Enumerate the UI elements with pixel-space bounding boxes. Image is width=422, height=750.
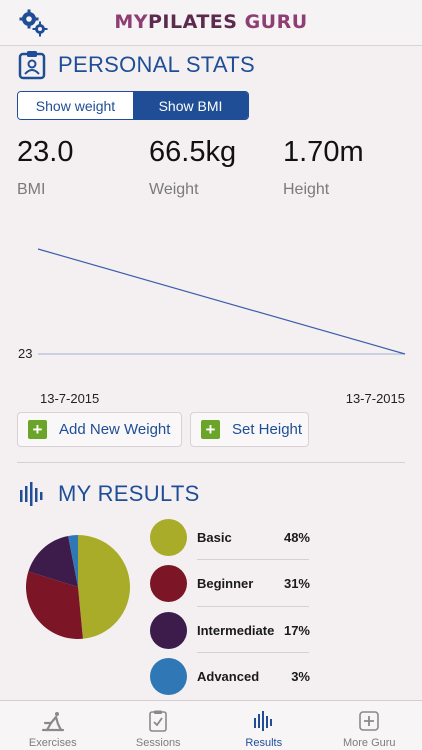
brand-my: MY [114,11,148,33]
legend-item-beginner: Beginner 31% [150,564,310,602]
height-value: 1.70m [283,136,364,168]
stat-weight: 66.5kg Weight [149,136,236,199]
set-height-label: Set Height [232,421,303,438]
tab-exercises[interactable]: Exercises [0,701,106,750]
results-pie-chart [25,535,131,639]
beginner-name: Beginner [197,575,254,591]
bmi-label: BMI [17,181,46,198]
add-new-weight-button[interactable]: + Add New Weight [17,412,182,447]
beginner-color-dot [150,564,187,602]
x-end-label: 13-7-2015 [346,391,405,406]
stat-bmi: 23.0 BMI [17,136,73,199]
advanced-pct: 3% [291,668,310,684]
brand-pilates: PILATES [147,11,238,33]
legend-item-intermediate: Intermediate 17% [150,611,310,649]
intermediate-pct: 17% [283,622,310,638]
results-bars-icon [20,482,43,506]
advanced-name: Advanced [197,668,260,684]
advanced-color-dot [150,657,187,695]
personal-stats-header: PERSONAL STATS [18,50,255,80]
pie-slice-basic [78,535,131,639]
tab-sessions[interactable]: Sessions [106,701,212,750]
basic-name: Basic [197,529,232,545]
clipboard-icon [149,710,168,732]
section-divider [17,462,405,463]
tab-more-guru-label: More Guru [342,737,396,749]
intermediate-color-dot [150,611,187,649]
weight-label: Weight [149,181,199,198]
tab-exercises-label: Exercises [28,737,77,749]
top-bar: MYPILATES GURU [0,0,422,46]
legend-separator [197,606,309,607]
plus-icon: + [28,420,47,439]
bottom-tab-bar: Exercises Sessions Results More Guru [0,700,422,750]
y-reference-label: 23 [18,346,32,361]
legend-item-basic: Basic 48% [150,518,310,556]
weight-value: 66.5kg [149,136,237,168]
height-label: Height [283,181,330,198]
bmi-series-line [37,248,406,355]
plus-icon: + [201,420,220,439]
personal-stats-title: PERSONAL STATS [58,52,255,77]
plus-square-icon [359,711,380,731]
set-height-button[interactable]: + Set Height [190,412,309,447]
my-results-title: MY RESULTS [58,481,200,506]
tab-results-label: Results [245,737,283,749]
weight-bmi-toggle: Show weight Show BMI [17,91,249,120]
results-bars-icon [253,711,272,731]
legend-item-advanced: Advanced 3% [150,657,310,695]
tab-more-guru[interactable]: More Guru [317,701,422,750]
app-logo: MYPILATES GURU [0,11,422,33]
tab-sessions-label: Sessions [135,737,181,749]
basic-color-dot [150,518,187,556]
x-start-label: 13-7-2015 [40,391,99,406]
stat-height: 1.70m Height [283,136,364,199]
show-bmi-button[interactable]: Show BMI [133,92,248,119]
beginner-pct: 31% [283,575,310,591]
legend-separator [197,652,309,653]
clipboard-user-icon [18,51,46,80]
tab-results[interactable]: Results [211,701,317,750]
brand-guru: GURU [244,11,308,33]
basic-pct: 48% [283,529,310,545]
my-results-header: MY RESULTS [18,480,200,508]
show-weight-button[interactable]: Show weight [18,92,133,119]
bmi-value: 23.0 [17,136,74,168]
legend-separator [197,559,309,560]
bmi-chart: 23 13-7-2015 13-7-2015 [18,248,406,406]
intermediate-name: Intermediate [197,622,275,638]
add-new-weight-label: Add New Weight [59,421,171,438]
exercise-icon [41,712,64,732]
